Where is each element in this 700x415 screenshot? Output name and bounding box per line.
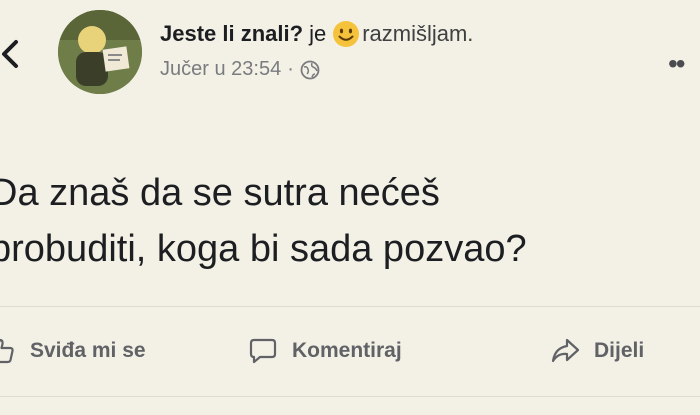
action-bar: Sviđa mi se Komentiraj Dijeli <box>0 316 700 386</box>
avatar[interactable] <box>58 10 142 94</box>
comment-label: Komentiraj <box>292 339 402 362</box>
comment-button[interactable]: Komentiraj <box>248 316 402 386</box>
share-label: Dijeli <box>594 339 645 362</box>
connector-text: je <box>309 21 327 46</box>
activity-text: razmišljam. <box>362 21 474 46</box>
like-label: Sviđa mi se <box>30 339 146 362</box>
chevron-left-icon[interactable] <box>0 38 20 70</box>
comment-icon <box>249 338 277 364</box>
meta-separator: · <box>287 58 294 80</box>
smiley-icon <box>333 21 360 47</box>
thumbs-up-icon <box>0 338 14 364</box>
divider-top <box>0 306 700 307</box>
globe-icon <box>300 60 320 79</box>
post-header: Jeste li znali? je razmišljam. Jučer u 2… <box>0 0 700 100</box>
post-text-line-1: Da znaš da se sutra nećeš <box>0 172 440 214</box>
share-arrow-icon <box>551 338 580 363</box>
post-text-line-2: probuditi, koga bi sada pozvao? <box>0 228 527 270</box>
more-dots-icon[interactable]: •• <box>668 50 686 78</box>
author-line: Jeste li znali? je razmišljam. <box>160 20 473 48</box>
post-body: Da znaš da se sutra nećeš probuditi, kog… <box>0 165 527 277</box>
share-button[interactable]: Dijeli <box>550 316 644 386</box>
divider-bottom <box>0 396 700 397</box>
author-name[interactable]: Jeste li znali? <box>160 21 303 47</box>
post-meta: Jučer u 23:54 · <box>160 58 320 81</box>
timestamp[interactable]: Jučer u 23:54 <box>160 58 281 81</box>
like-button[interactable]: Sviđa mi se <box>0 316 146 386</box>
